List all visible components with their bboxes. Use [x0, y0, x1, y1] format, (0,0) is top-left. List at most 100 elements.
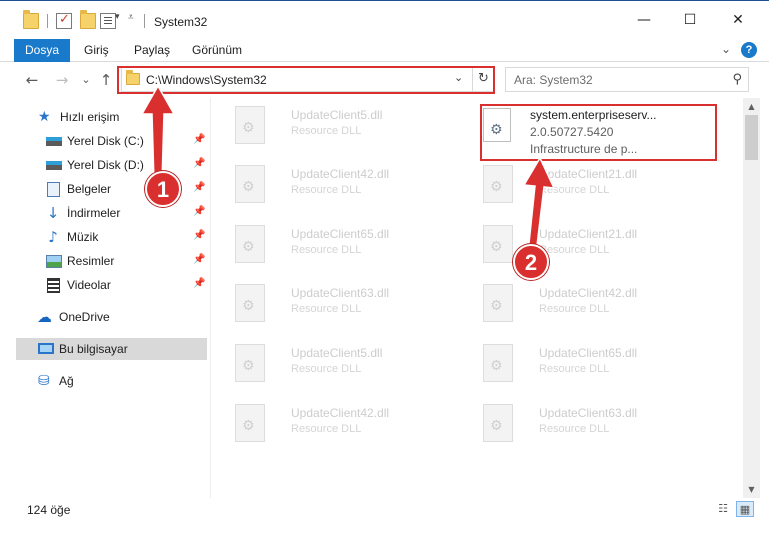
file-type: Resource DLL: [291, 125, 362, 137]
file-type: Resource DLL: [291, 244, 362, 256]
navigation-pane: ★ Hızlı erişim Yerel Disk (C:) 📌 Yerel D…: [0, 98, 210, 498]
file-name: UpdateClient42.dll: [291, 406, 390, 420]
file-name: UpdateClient65.dll: [539, 346, 638, 360]
sidebar-item-onedrive[interactable]: ☁ OneDrive: [0, 306, 207, 328]
dll-file-icon: [235, 165, 265, 203]
file-tile[interactable]: UpdateClient42.dll Resource DLL: [469, 276, 709, 330]
sidebar-item-label: İndirmeler: [67, 206, 121, 220]
file-name: UpdateClient65.dll: [291, 227, 390, 241]
search-icon[interactable]: ⚲: [732, 72, 742, 87]
scroll-up-button[interactable]: ▲: [743, 98, 760, 115]
sidebar-item-label: Hızlı erişim: [60, 110, 120, 124]
file-tile[interactable]: UpdateClient5.dll Resource DLL: [221, 336, 461, 390]
back-button[interactable]: ←: [22, 69, 42, 91]
pictures-icon: [46, 255, 62, 268]
new-folder-icon[interactable]: [80, 10, 96, 29]
step-badge-2: 2: [513, 244, 549, 280]
file-type: Resource DLL: [291, 184, 362, 196]
maximize-button[interactable]: ☐: [667, 1, 713, 40]
sidebar-item-label: Yerel Disk (D:): [67, 158, 144, 172]
file-name: UpdateClient63.dll: [291, 286, 390, 300]
search-box[interactable]: ⚲: [505, 67, 749, 92]
tab-home[interactable]: Giriş: [84, 39, 109, 62]
up-button[interactable]: ↑: [96, 69, 116, 91]
pin-icon[interactable]: 📌: [193, 230, 205, 241]
scroll-thumb[interactable]: [745, 115, 758, 160]
separator: [47, 14, 48, 28]
sidebar-item-label: Bu bilgisayar: [59, 342, 128, 356]
tab-share[interactable]: Paylaş: [134, 39, 170, 62]
ribbon-expand-icon[interactable]: ⌄: [721, 42, 731, 56]
music-icon: ♪: [48, 228, 58, 246]
pin-icon[interactable]: 📌: [193, 278, 205, 289]
details-view-button[interactable]: ☷: [714, 501, 732, 517]
file-name: UpdateClient5.dll: [291, 346, 383, 360]
dll-file-icon: [235, 284, 265, 322]
file-type: Resource DLL: [291, 423, 362, 435]
minimize-button[interactable]: —: [621, 1, 667, 40]
pin-icon[interactable]: 📌: [193, 182, 205, 193]
sidebar-item-music[interactable]: ♪ Müzik 📌: [0, 226, 207, 248]
item-count: 124 öğe: [27, 503, 71, 517]
file-tile[interactable]: UpdateClient42.dll Resource DLL: [221, 396, 461, 450]
scroll-down-button[interactable]: ▼: [743, 481, 760, 498]
tiles-view-button[interactable]: ▦: [736, 501, 754, 517]
forward-button[interactable]: →: [52, 69, 72, 91]
videos-icon: [47, 278, 60, 293]
file-tile[interactable]: UpdateClient42.dll Resource DLL: [221, 157, 461, 211]
file-type: Resource DLL: [291, 303, 362, 315]
drive-icon: [46, 137, 62, 146]
sidebar-item-label: Resimler: [67, 254, 115, 268]
customize-toolbar-icon[interactable]: ⩡: [128, 12, 134, 32]
file-type: Resource DLL: [539, 303, 610, 315]
file-name: UpdateClient63.dll: [539, 406, 638, 420]
step-badge-1: 1: [145, 171, 181, 207]
annotation-arrow-2: [522, 156, 556, 255]
title-bar: ▾ ⩡ System32 — ☐ ✕: [0, 0, 769, 39]
status-bar: 124 öğe ☷ ▦: [0, 498, 769, 537]
sidebar-item-label: Belgeler: [67, 182, 112, 196]
file-tile[interactable]: UpdateClient5.dll Resource DLL: [221, 98, 461, 152]
dll-file-icon: [483, 344, 513, 382]
file-tile[interactable]: UpdateClient65.dll Resource DLL: [469, 336, 709, 390]
search-input[interactable]: [514, 72, 714, 88]
sidebar-item-pictures[interactable]: Resimler 📌: [0, 250, 207, 272]
file-tile[interactable]: UpdateClient63.dll Resource DLL: [469, 396, 709, 450]
file-highlight-box: [480, 104, 717, 161]
properties-check-icon[interactable]: [56, 12, 72, 29]
file-name: UpdateClient42.dll: [539, 286, 638, 300]
pin-icon[interactable]: 📌: [193, 206, 205, 217]
pin-icon[interactable]: 📌: [193, 134, 205, 145]
documents-icon: [47, 182, 60, 197]
file-type: Resource DLL: [539, 363, 610, 375]
list-view-icon[interactable]: [100, 13, 116, 29]
sidebar-item-network[interactable]: ⛁ Ağ: [0, 370, 207, 392]
help-icon[interactable]: ?: [741, 42, 757, 58]
downloads-icon: ↓: [46, 204, 60, 222]
dll-file-icon: [235, 106, 265, 144]
tab-view[interactable]: Görünüm: [192, 39, 242, 62]
quick-access-dropdown-icon[interactable]: ▾: [115, 12, 120, 32]
dll-file-icon: [483, 284, 513, 322]
file-type: Resource DLL: [291, 363, 362, 375]
sidebar-item-this-pc[interactable]: Bu bilgisayar: [16, 338, 207, 360]
close-button[interactable]: ✕: [715, 1, 761, 40]
sidebar-item-downloads[interactable]: ↓ İndirmeler 📌: [0, 202, 207, 224]
dll-file-icon: [483, 225, 513, 263]
file-type: Resource DLL: [539, 423, 610, 435]
recent-locations-button[interactable]: ⌄: [76, 69, 96, 91]
window-title: System32: [154, 15, 208, 29]
dll-file-icon: [235, 344, 265, 382]
vertical-scrollbar[interactable]: ▲ ▼: [743, 98, 760, 498]
network-icon: ⛁: [38, 373, 50, 389]
file-tile[interactable]: UpdateClient21.dll Resource DLL: [469, 217, 709, 271]
file-tile[interactable]: UpdateClient21.dll Resource DLL: [469, 157, 709, 211]
file-tile[interactable]: UpdateClient63.dll Resource DLL: [221, 276, 461, 330]
file-tile[interactable]: UpdateClient65.dll Resource DLL: [221, 217, 461, 271]
tab-file[interactable]: Dosya: [14, 39, 70, 62]
dll-file-icon: [483, 404, 513, 442]
dll-file-icon: [483, 165, 513, 203]
sidebar-item-videos[interactable]: Videolar 📌: [0, 274, 207, 296]
pin-icon[interactable]: 📌: [193, 254, 205, 265]
pin-icon[interactable]: 📌: [193, 158, 205, 169]
